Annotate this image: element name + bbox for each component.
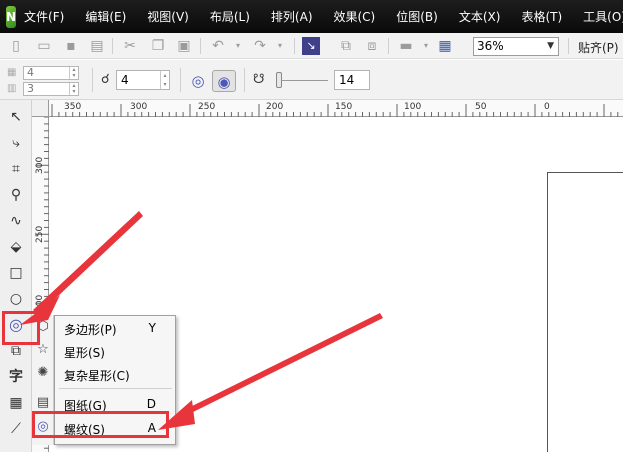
welcome-screen-icon[interactable]: ▦ <box>437 38 453 54</box>
spiral-tool-highlight <box>2 311 40 345</box>
app-logo-icon: N <box>6 5 17 28</box>
spin-arrows-icon[interactable]: ▴ ▾ <box>69 67 78 79</box>
dimension-tool-icon[interactable]: ⟋ <box>5 418 27 440</box>
complex-star-icon[interactable]: ✺ <box>34 364 52 382</box>
new-document-icon[interactable]: ▯ <box>8 38 24 54</box>
flyout-divider <box>59 388 172 389</box>
menu-effects[interactable]: 效果(C) <box>334 8 376 25</box>
graph-paper-icon[interactable]: ▤ <box>34 394 52 412</box>
shape-tool-icon[interactable]: ⤷ <box>5 132 27 154</box>
menu-tools[interactable]: 工具(O) <box>583 8 623 25</box>
zoom-tool-icon[interactable]: ⚲ <box>5 184 27 206</box>
ruler-label: 250 <box>35 225 45 243</box>
table-tool-icon[interactable]: ▦ <box>5 392 27 414</box>
spiral-revolutions-field[interactable]: 4 ▴ ▾ <box>116 70 170 90</box>
menu-file[interactable]: 文件(F) <box>24 8 64 25</box>
chevron-down-icon[interactable]: ▼ <box>547 38 554 55</box>
spiral-expansion-value: 14 <box>339 73 355 87</box>
menu-table[interactable]: 表格(T) <box>521 8 562 25</box>
page-border <box>547 172 623 452</box>
symmetric-spiral-icon[interactable]: ◎ <box>186 70 210 92</box>
crop-tool-icon[interactable]: ⌗ <box>5 158 27 180</box>
toolbar-divider <box>200 38 201 54</box>
toolbar-divider <box>244 68 245 92</box>
zoom-level-select[interactable]: 36% ▼ <box>473 37 559 56</box>
launcher-dropdown-icon[interactable]: ▾ <box>418 38 434 54</box>
grid-size-icon: ▥ <box>7 83 17 94</box>
export-page-icon[interactable]: ⧈ <box>364 38 380 54</box>
toolbox: ↖ ⤷ ⌗ ⚲ ∿ ⬙ □ ○ ◎ ⧉ 字 ▦ ⟋ <box>0 100 32 452</box>
flyout-item-polygon[interactable]: 多边形(P) Y <box>55 318 176 338</box>
menu-bar: N 文件(F) 编辑(E) 视图(V) 布局(L) 排列(A) 效果(C) 位图… <box>0 0 623 33</box>
object-height-field[interactable]: 3 ▴ ▾ <box>23 82 79 96</box>
ellipse-tool-icon[interactable]: ○ <box>5 288 27 310</box>
import-icon[interactable]: ↘ <box>302 37 320 55</box>
ruler-ticks <box>51 104 619 117</box>
object-width-field[interactable]: 4 ▴ ▾ <box>23 66 79 80</box>
paste-icon[interactable]: ▣ <box>176 38 192 54</box>
redo-icon[interactable]: ↷ <box>252 38 268 54</box>
menu-layout[interactable]: 布局(L) <box>210 8 250 25</box>
grid-size-icon: ▦ <box>7 67 17 78</box>
toolbar-divider <box>294 38 295 54</box>
toolbar-divider <box>388 38 389 54</box>
toolbar-divider <box>112 38 113 54</box>
rectangle-tool-icon[interactable]: □ <box>5 262 27 284</box>
freehand-tool-icon[interactable]: ∿ <box>5 210 27 232</box>
toolbar-divider <box>568 38 569 54</box>
menu-arrange[interactable]: 排列(A) <box>271 8 313 25</box>
expansion-slider-handle[interactable] <box>276 72 282 88</box>
zoom-level-value: 36% <box>477 39 504 53</box>
object-width-value: 4 <box>27 66 34 79</box>
cut-icon[interactable]: ✂ <box>122 38 138 54</box>
ruler-origin[interactable] <box>32 100 49 117</box>
object-height-value: 3 <box>27 82 34 95</box>
toolbar-divider <box>92 68 93 92</box>
smart-fill-icon[interactable]: ⬙ <box>5 236 27 258</box>
spiral-expansion-icon: ☋ <box>253 72 265 87</box>
horizontal-ruler: 350 300 250 200 150 100 50 0 <box>32 100 623 117</box>
spin-arrows-icon[interactable]: ▴ ▾ <box>69 83 78 95</box>
toolbar-divider <box>180 68 181 92</box>
snap-to-button[interactable]: 贴齐(P) <box>578 39 619 56</box>
export-icon[interactable]: ⧉ <box>338 38 354 54</box>
logarithmic-spiral-icon[interactable]: ◉ <box>212 70 236 92</box>
save-icon[interactable]: ▪ <box>63 38 79 54</box>
flyout-item-shortcut: Y <box>148 321 156 335</box>
flyout-item-star[interactable]: 星形(S) <box>55 341 176 361</box>
copy-icon[interactable]: ❐ <box>150 38 166 54</box>
ruler-label: 200 <box>35 294 45 312</box>
print-icon[interactable]: ▤ <box>89 38 105 54</box>
undo-dropdown-icon[interactable]: ▾ <box>230 38 246 54</box>
undo-icon[interactable]: ↶ <box>210 38 226 54</box>
spiral-revolutions-value: 4 <box>121 73 129 87</box>
spin-arrows-icon[interactable]: ▴ ▾ <box>160 71 169 89</box>
menu-view[interactable]: 视图(V) <box>147 8 189 25</box>
spiral-menu-highlight <box>32 411 169 438</box>
flyout-item-label: 多边形(P) <box>64 323 117 337</box>
spiral-revolutions-icon: ☌ <box>101 72 110 87</box>
flyout-item-complex-star[interactable]: 复杂星形(C) <box>55 364 176 384</box>
expansion-slider-track[interactable] <box>278 80 328 81</box>
menu-text[interactable]: 文本(X) <box>459 8 501 25</box>
redo-dropdown-icon[interactable]: ▾ <box>272 38 288 54</box>
flyout-item-label: 星形(S) <box>64 346 105 360</box>
open-folder-icon[interactable]: ▭ <box>36 38 52 54</box>
text-tool-icon[interactable]: 字 <box>5 366 27 388</box>
flyout-item-label: 复杂星形(C) <box>64 369 130 383</box>
application-launcher-icon[interactable]: ▬ <box>398 38 414 54</box>
flyout-item-shortcut: D <box>146 397 156 411</box>
ruler-label: 300 <box>35 156 45 174</box>
standard-toolbar: ▯ ▭ ▪ ▤ ✂ ❐ ▣ ↶ ▾ ↷ ▾ ↘ ⧉ ⧈ ▬ ▾ ▦ 36% ▼ … <box>0 33 623 59</box>
menu-edit[interactable]: 编辑(E) <box>85 8 126 25</box>
pick-tool-icon[interactable]: ↖ <box>5 106 27 128</box>
spiral-expansion-field[interactable]: 14 <box>334 70 370 90</box>
menu-bitmaps[interactable]: 位图(B) <box>396 8 438 25</box>
